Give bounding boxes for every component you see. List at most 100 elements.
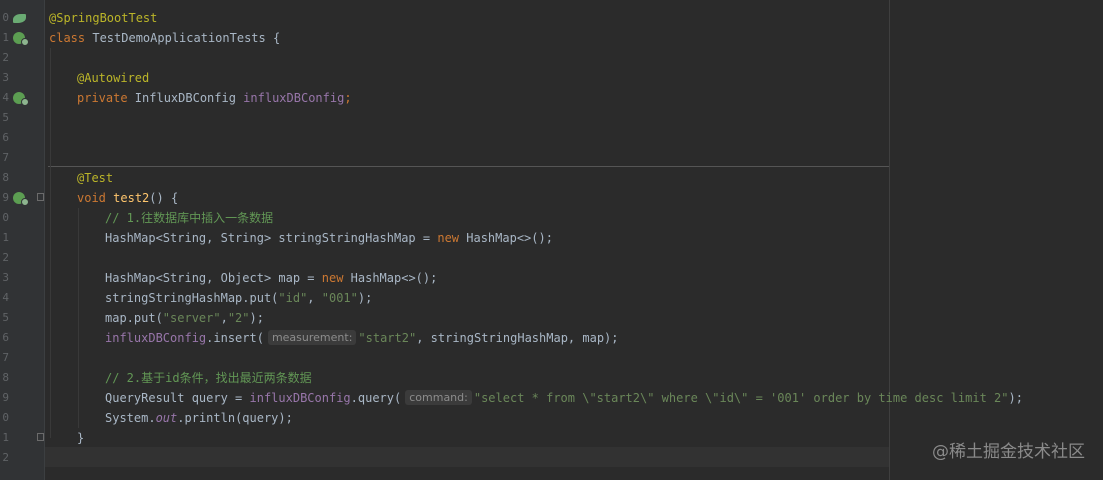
code-text: ); xyxy=(249,311,264,325)
string-literal: "2" xyxy=(227,311,250,325)
line-number: 5 xyxy=(2,111,9,124)
line-number: 2 xyxy=(2,251,9,264)
annotation: @Test xyxy=(77,171,114,185)
code-line: map.put("server","2"); xyxy=(105,308,264,328)
code-line: } xyxy=(77,428,84,448)
code-text: , xyxy=(307,291,322,305)
gutter-row: 0 xyxy=(0,208,44,228)
method-separator xyxy=(48,166,889,167)
code-line: influxDBConfig.insert(measurement: "start… xyxy=(105,328,619,348)
gutter-row: 5 xyxy=(0,308,44,328)
code-text: map.put( xyxy=(105,311,163,325)
gutter-row: 8 xyxy=(0,368,44,388)
line-number: 9 xyxy=(2,191,9,204)
line-number: 7 xyxy=(2,351,9,364)
line-number: 4 xyxy=(2,291,9,304)
comment: // 1.往数据库中插入一条数据 xyxy=(105,211,274,225)
gutter-row: 7 xyxy=(0,348,44,368)
code-line: @Autowired xyxy=(77,68,149,88)
line-number: 1 xyxy=(2,431,9,444)
editor-gutter: 0 1 2 3 4 5 6 7 8 9 0 1 2 3 4 5 6 7 8 9 … xyxy=(0,0,45,480)
code-text: .query( xyxy=(350,391,402,405)
gutter-row: 1 xyxy=(0,228,44,248)
code-text: .insert( xyxy=(206,331,264,345)
field-name: influxDBConfig xyxy=(105,331,207,345)
gutter-row: 3 xyxy=(0,68,44,88)
line-number: 5 xyxy=(2,311,9,324)
code-text: , xyxy=(220,311,228,325)
code-text: stringStringHashMap.put( xyxy=(105,291,279,305)
field-name: influxDBConfig xyxy=(243,91,345,105)
line-number: 1 xyxy=(2,31,9,44)
spring-autowired-icon[interactable] xyxy=(13,92,29,106)
static-field: out xyxy=(155,411,178,425)
test-run-icon[interactable] xyxy=(13,192,29,206)
closing-brace: } xyxy=(77,431,85,445)
method-name: test2 xyxy=(113,191,150,205)
indent-guide xyxy=(50,48,51,438)
line-number: 3 xyxy=(2,71,9,84)
keyword: void xyxy=(77,191,106,205)
code-text: HashMap<>(); xyxy=(459,231,553,245)
string-literal: "001" xyxy=(321,291,358,305)
string-literal: "id" xyxy=(278,291,308,305)
line-number: 0 xyxy=(2,411,9,424)
watermark: @稀土掘金技术社区 xyxy=(932,442,1085,462)
gutter-row: 1 xyxy=(0,428,44,448)
right-margin-guide xyxy=(889,0,890,480)
gutter-row: 6 xyxy=(0,128,44,148)
code-text: , stringStringHashMap, map); xyxy=(416,331,619,345)
gutter-row: 0 xyxy=(0,8,44,28)
gutter-row: 0 xyxy=(0,408,44,428)
line-number: 4 xyxy=(2,91,9,104)
keyword: new xyxy=(437,231,460,245)
code-line: @SpringBootTest xyxy=(49,8,157,28)
line-number: 8 xyxy=(2,171,9,184)
code-text: HashMap<String, Object> map = xyxy=(105,271,322,285)
code-line: void test2() { xyxy=(77,188,178,208)
spring-run-icon[interactable] xyxy=(13,32,29,46)
class-declaration: TestDemoApplicationTests { xyxy=(85,31,281,45)
comment: // 2.基于id条件，找出最近两条数据 xyxy=(105,371,312,385)
spring-bean-leaf-icon[interactable] xyxy=(13,14,26,23)
gutter-row: 4 xyxy=(0,88,44,108)
keyword: private xyxy=(77,91,128,105)
keyword: class xyxy=(49,31,86,45)
code-line: System.out.println(query); xyxy=(105,408,293,428)
field-name: influxDBConfig xyxy=(249,391,351,405)
code-text: .println(query); xyxy=(177,411,293,425)
code-line: // 1.往数据库中插入一条数据 xyxy=(105,208,273,228)
parameter-hint: command: xyxy=(405,390,472,405)
line-number: 6 xyxy=(2,131,9,144)
string-literal: "select * from \"start2\" where \"id\" =… xyxy=(473,391,1009,405)
code-line: private InfluxDBConfig influxDBConfig; xyxy=(77,88,352,108)
line-number: 3 xyxy=(2,271,9,284)
code-line: @Test xyxy=(77,168,113,188)
code-fold-icon[interactable] xyxy=(37,193,44,201)
code-text: ); xyxy=(357,291,373,305)
gutter-row: 4 xyxy=(0,288,44,308)
keyword: new xyxy=(321,271,344,285)
line-number: 8 xyxy=(2,371,9,384)
line-number: 2 xyxy=(2,51,9,64)
parameter-hint: measurement: xyxy=(267,330,357,345)
code-line: HashMap<String, Object> map = new HashMa… xyxy=(105,268,437,288)
method-signature: () { xyxy=(149,191,179,205)
annotation: @SpringBootTest xyxy=(49,11,158,25)
gutter-row: 9 xyxy=(0,188,44,208)
semicolon: ; xyxy=(344,91,352,105)
code-fold-icon[interactable] xyxy=(37,433,44,441)
line-number: 6 xyxy=(2,331,9,344)
code-line: // 2.基于id条件，找出最近两条数据 xyxy=(105,368,312,388)
gutter-row: 6 xyxy=(0,328,44,348)
code-text: System. xyxy=(105,411,156,425)
gutter-row: 7 xyxy=(0,148,44,168)
string-literal: "start2" xyxy=(358,331,417,345)
line-number: 9 xyxy=(2,391,9,404)
code-line: stringStringHashMap.put("id", "001"); xyxy=(105,288,372,308)
code-line: QueryResult query = influxDBConfig.query… xyxy=(105,388,1023,408)
annotation: @Autowired xyxy=(77,71,150,85)
string-literal: "server" xyxy=(162,311,221,325)
line-number: 0 xyxy=(2,11,9,24)
gutter-row: 8 xyxy=(0,168,44,188)
